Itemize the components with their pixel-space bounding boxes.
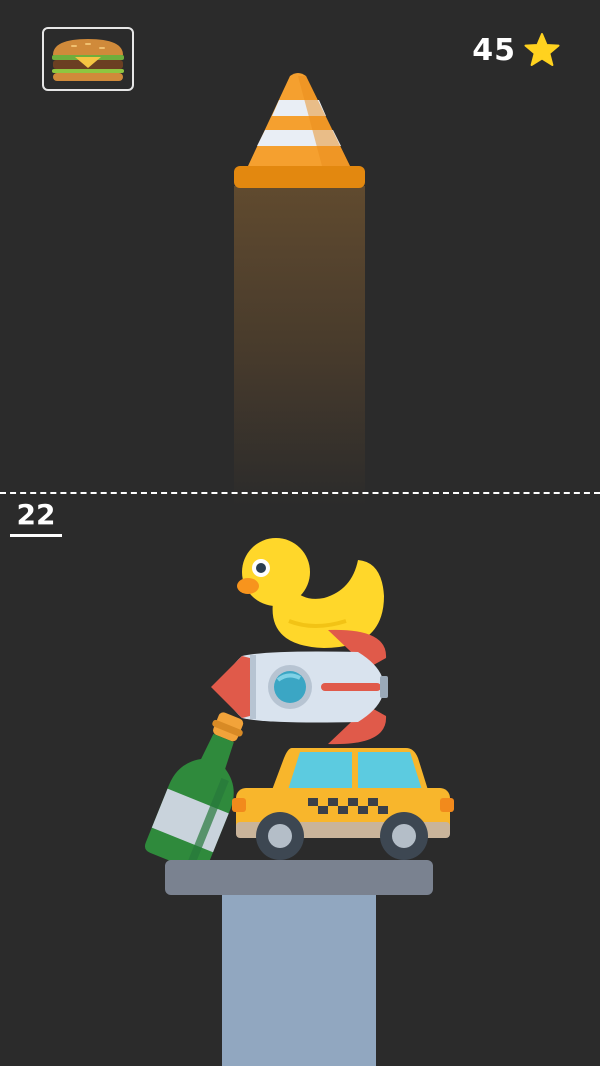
traffic-cone (234, 73, 365, 188)
target-height-line (0, 492, 600, 494)
taxi-car (232, 748, 454, 860)
star-icon (524, 33, 560, 66)
stars-count: 45 (472, 32, 516, 68)
stars-display: 45 (472, 30, 560, 70)
drop-shadow-beam (234, 186, 365, 506)
burger-icon (52, 39, 124, 81)
height-marker-label: 22 (10, 498, 62, 537)
next-item-button[interactable] (42, 27, 134, 91)
pedestal-column (222, 895, 376, 1066)
pedestal-top (165, 860, 433, 895)
